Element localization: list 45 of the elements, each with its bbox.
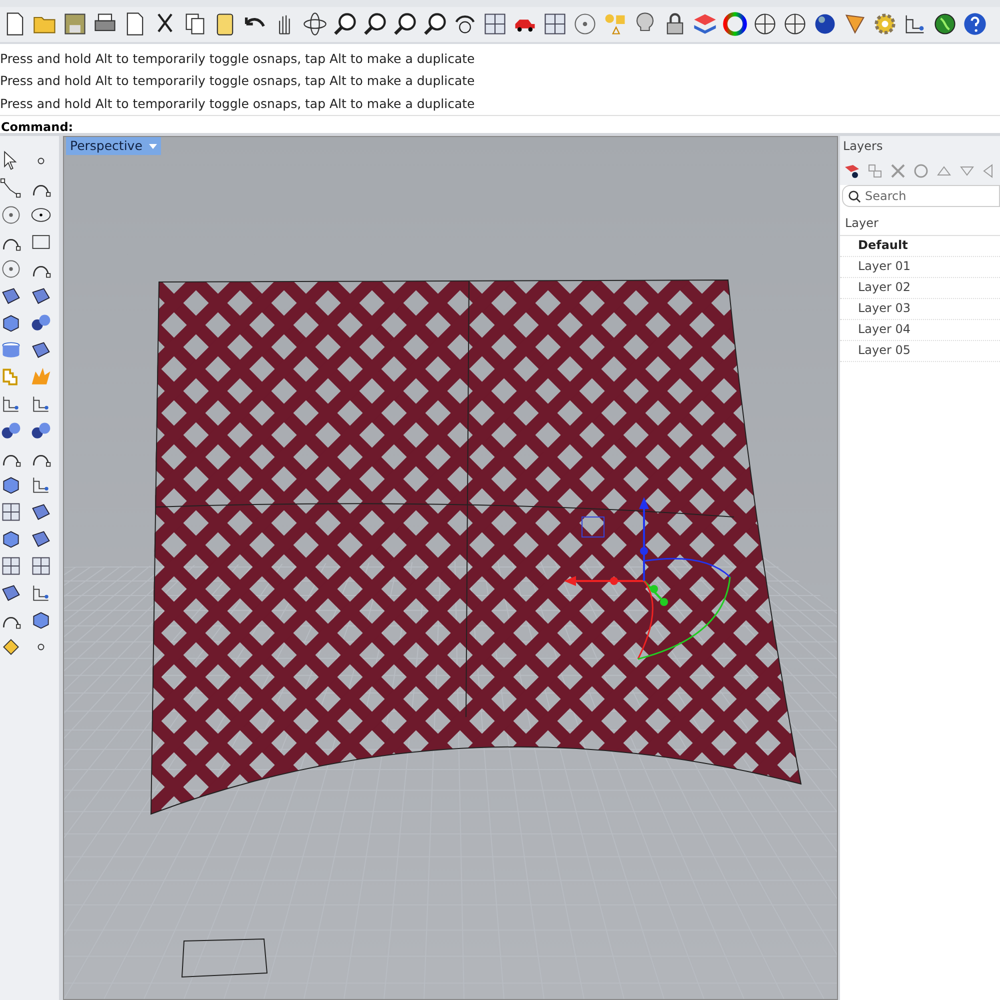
grid-icon[interactable] — [30, 555, 52, 577]
gear-icon[interactable] — [872, 11, 898, 38]
rectangle-outline[interactable] — [181, 938, 268, 978]
layer-row[interactable]: Layer 01 — [840, 257, 1000, 278]
save-icon[interactable] — [62, 11, 88, 38]
surface-icon[interactable] — [0, 285, 22, 307]
orbit-icon[interactable] — [302, 11, 328, 38]
wire-sphere-icon[interactable] — [782, 11, 808, 38]
layer-row[interactable]: Layer 04 — [840, 320, 1000, 341]
grid-icon[interactable] — [542, 11, 568, 38]
zoom-icon[interactable] — [332, 11, 358, 38]
layer-row[interactable]: Layer 03 — [840, 299, 1000, 320]
layer-row[interactable]: Layer 02 — [840, 278, 1000, 299]
surface-icon[interactable] — [30, 339, 52, 361]
viewport-title: Perspective — [70, 138, 142, 153]
new-layer-icon[interactable] — [844, 163, 860, 179]
command-prompt: Command: — [1, 120, 74, 134]
grid-icon[interactable] — [0, 501, 22, 523]
zoom-icon[interactable] — [362, 11, 388, 38]
wire-sphere-icon[interactable] — [752, 11, 778, 38]
help-icon[interactable] — [962, 11, 988, 38]
polyline-icon[interactable] — [0, 177, 22, 199]
column-header[interactable]: Layer — [840, 213, 1000, 236]
grid-icon[interactable] — [482, 11, 508, 38]
history-line: Press and hold Alt to temporarily toggle osnaps, tap Alt to make a duplicate — [0, 50, 476, 68]
search-field[interactable]: Search — [842, 185, 1000, 207]
layer-row[interactable]: Default — [840, 236, 1000, 257]
history-line: Press and hold Alt to temporarily toggle osnaps, tap Alt to make a duplicate — [0, 94, 476, 113]
circle-icon[interactable] — [0, 258, 22, 280]
panel-title: Layers — [840, 136, 1000, 161]
circle-icon[interactable] — [0, 204, 22, 226]
surface-icon[interactable] — [30, 285, 52, 307]
zoom-icon[interactable] — [422, 11, 448, 38]
viewport-tab[interactable]: Perspective — [66, 137, 162, 155]
circle-icon[interactable] — [572, 11, 598, 38]
color-wheel-icon[interactable] — [722, 11, 748, 38]
surface-icon[interactable] — [0, 582, 22, 604]
surface-icon[interactable] — [30, 528, 52, 550]
zoom-icon[interactable] — [392, 11, 418, 38]
history-line: Press and hold Alt to temporarily toggle osnaps, tap Alt to make a duplicate — [0, 72, 476, 90]
layer-row[interactable]: Layer 05 — [840, 341, 1000, 362]
grid-icon[interactable] — [0, 555, 22, 577]
surface-icon[interactable] — [30, 501, 52, 523]
globe-icon[interactable] — [932, 11, 958, 38]
gizmo-drawing[interactable] — [564, 497, 731, 660]
